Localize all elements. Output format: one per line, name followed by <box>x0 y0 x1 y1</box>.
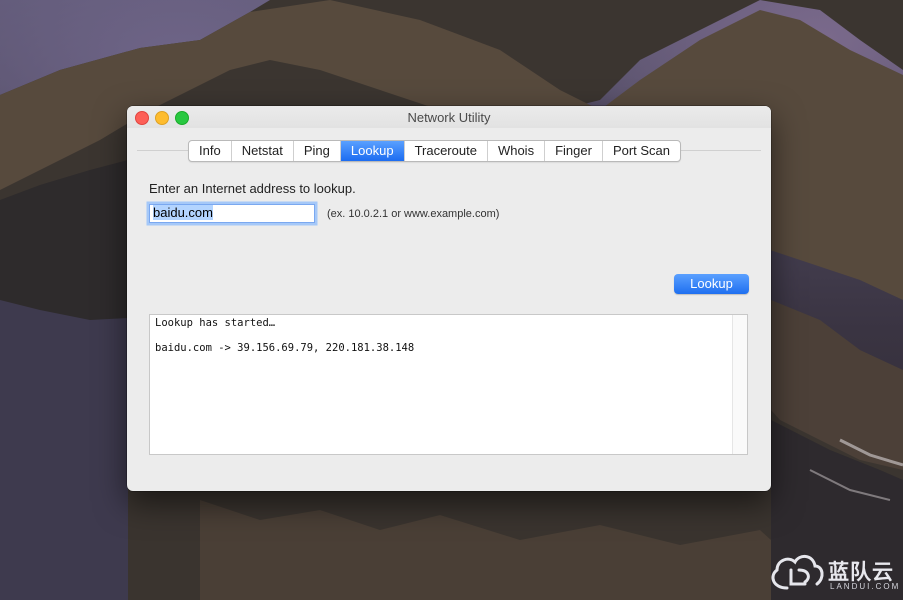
tab-ping[interactable]: Ping <box>294 141 341 161</box>
tab-lookup[interactable]: Lookup <box>340 141 405 161</box>
output-scrollbar[interactable] <box>732 315 747 454</box>
lookup-prompt: Enter an Internet address to lookup. <box>149 181 356 196</box>
tab-port-scan[interactable]: Port Scan <box>603 141 680 161</box>
watermark-subtext: LANDUI.COM <box>830 582 901 591</box>
address-value: baidu.com <box>153 205 213 220</box>
tab-finger[interactable]: Finger <box>545 141 603 161</box>
lookup-button[interactable]: Lookup <box>674 274 749 294</box>
address-input[interactable]: baidu.com <box>149 204 315 223</box>
tab-info[interactable]: Info <box>189 141 232 161</box>
tab-whois[interactable]: Whois <box>488 141 546 161</box>
window-title: Network Utility <box>407 110 491 125</box>
example-hint: (ex. 10.0.2.1 or www.example.com) <box>327 208 500 220</box>
tab-netstat[interactable]: Netstat <box>232 141 294 161</box>
title-bar[interactable]: Network Utility <box>127 106 771 128</box>
output-area[interactable]: Lookup has started… baidu.com -> 39.156.… <box>149 314 748 455</box>
output-line-2: baidu.com -> 39.156.69.79, 220.181.38.14… <box>155 342 415 354</box>
tab-traceroute[interactable]: Traceroute <box>405 141 488 161</box>
tab-bar: Info Netstat Ping Lookup Traceroute Whoi… <box>188 140 682 162</box>
network-utility-window: Network Utility Info Netstat Ping Lookup… <box>127 106 771 491</box>
output-line-1: Lookup has started… <box>155 317 276 329</box>
